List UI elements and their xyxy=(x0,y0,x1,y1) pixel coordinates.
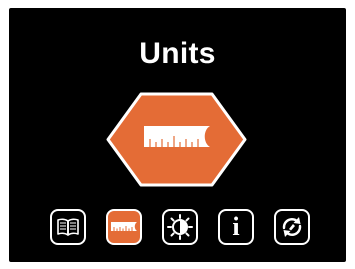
book-icon xyxy=(57,218,79,236)
brightness-icon xyxy=(167,214,193,240)
page-title: Units xyxy=(139,37,216,70)
selected-setting-ruler-icon[interactable] xyxy=(106,92,247,187)
ruler-icon xyxy=(144,126,210,147)
refresh-icon xyxy=(282,217,302,237)
tab-info[interactable]: i xyxy=(218,209,254,245)
info-icon: i xyxy=(232,212,240,241)
device-screen: Units i xyxy=(9,8,346,262)
tab-units[interactable] xyxy=(106,209,142,245)
tab-contrast[interactable] xyxy=(162,209,198,245)
ruler-icon xyxy=(111,222,137,231)
tab-manual[interactable] xyxy=(50,209,86,245)
bottom-tab-bar: i xyxy=(50,209,310,249)
tab-reset[interactable] xyxy=(274,209,310,245)
